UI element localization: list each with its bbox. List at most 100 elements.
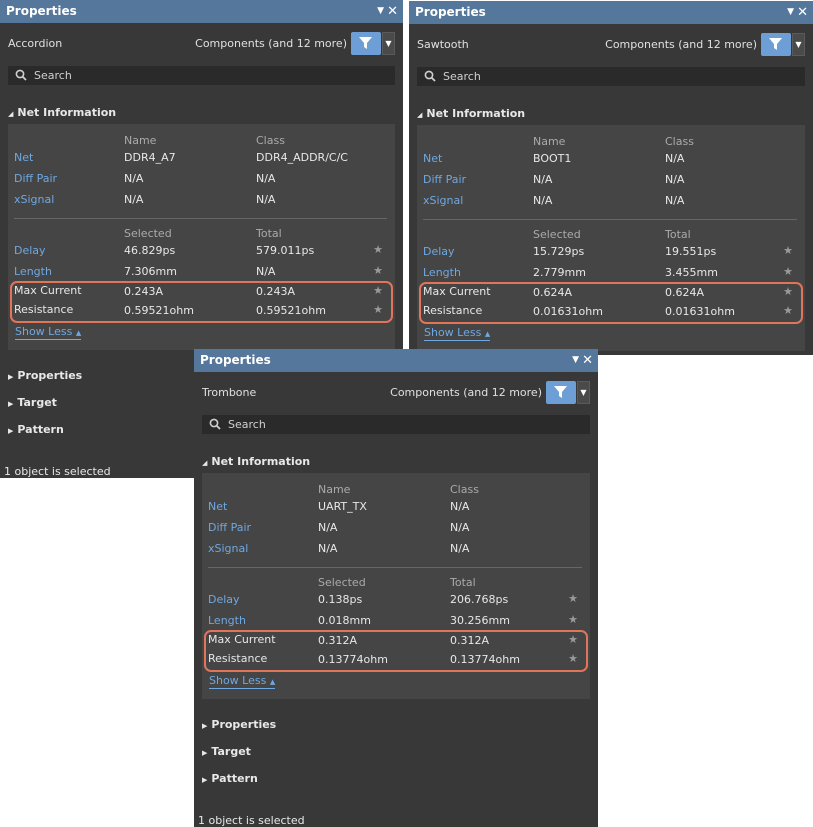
- col-name: Name: [124, 134, 157, 147]
- status-text: 1 object is selected: [4, 465, 111, 478]
- delay-total: 579.011ps: [256, 244, 315, 257]
- section-properties[interactable]: ▶ Properties: [8, 369, 82, 382]
- section-net-information[interactable]: ◢ Net Information: [417, 107, 525, 120]
- object-name: Sawtooth: [417, 38, 469, 51]
- search-input[interactable]: [8, 66, 395, 85]
- diff-pair-link[interactable]: Diff Pair: [14, 172, 57, 185]
- net-link[interactable]: Net: [14, 151, 33, 164]
- net-class: DDR4_ADDR/C/C: [256, 151, 348, 164]
- section-title: Net Information: [426, 107, 526, 120]
- close-icon[interactable]: ✕: [387, 0, 398, 23]
- section-pattern[interactable]: ▶ Pattern: [8, 423, 64, 436]
- delay-total: 19.551ps: [665, 245, 717, 258]
- length-selected: 7.306mm: [124, 265, 177, 278]
- chevron-down-icon[interactable]: ▼: [787, 1, 794, 24]
- filter-button[interactable]: [761, 33, 791, 56]
- properties-panel-trombone: Properties ▼ ✕ Trombone Components (and …: [194, 349, 598, 827]
- section-label: Target: [17, 396, 57, 409]
- col-selected: Selected: [318, 576, 366, 589]
- section-properties[interactable]: ▶ Properties: [202, 718, 276, 731]
- net-information-box: Name Class Net BOOT1 N/A Diff Pair N/A N…: [417, 125, 805, 351]
- section-pattern[interactable]: ▶ Pattern: [202, 772, 258, 785]
- section-label: Pattern: [211, 772, 258, 785]
- section-label: Pattern: [17, 423, 64, 436]
- show-less-link[interactable]: Show Less ▲: [209, 674, 276, 689]
- triangle-down-icon: ◢: [417, 111, 423, 119]
- search-icon: [424, 70, 436, 82]
- panel-title: Properties: [415, 5, 486, 19]
- col-class: Class: [256, 134, 285, 147]
- highlight-box: [10, 281, 393, 323]
- delay-link[interactable]: Delay: [208, 593, 240, 606]
- diff-pair-link[interactable]: Diff Pair: [208, 521, 251, 534]
- filter-dropdown[interactable]: ▼: [792, 33, 805, 56]
- col-selected: Selected: [533, 228, 581, 241]
- panel-titlebar: Properties ▼ ✕: [194, 349, 598, 372]
- delay-total: 206.768ps: [450, 593, 509, 606]
- section-title: Net Information: [17, 106, 117, 119]
- triangle-right-icon: ▶: [202, 722, 208, 730]
- object-name: Accordion: [8, 37, 63, 50]
- star-icon[interactable]: ★: [373, 243, 383, 256]
- filter-button[interactable]: [351, 32, 381, 55]
- star-icon[interactable]: ★: [568, 592, 578, 605]
- delay-selected: 0.138ps: [318, 593, 363, 606]
- length-link[interactable]: Length: [14, 265, 52, 278]
- delay-link[interactable]: Delay: [423, 245, 455, 258]
- star-icon[interactable]: ★: [568, 613, 578, 626]
- show-less-link[interactable]: Show Less ▲: [424, 327, 491, 341]
- chevron-down-icon[interactable]: ▼: [572, 349, 579, 372]
- section-title: Net Information: [211, 455, 311, 468]
- filter-icon: [554, 386, 567, 398]
- search-input[interactable]: [417, 67, 805, 86]
- net-link[interactable]: Net: [208, 500, 227, 513]
- diff-pair-link[interactable]: Diff Pair: [423, 173, 466, 186]
- close-icon[interactable]: ✕: [797, 1, 808, 24]
- properties-panel-sawtooth: Properties ▼ ✕ Sawtooth Components (and …: [409, 1, 813, 355]
- section-target[interactable]: ▶ Target: [202, 745, 251, 758]
- length-selected: 0.018mm: [318, 614, 371, 627]
- triangle-right-icon: ▶: [8, 400, 14, 408]
- net-information-box: Name Class Net UART_TX N/A Diff Pair N/A…: [202, 473, 590, 699]
- length-total: 3.455mm: [665, 266, 718, 279]
- xsignal-link[interactable]: xSignal: [423, 194, 463, 207]
- xsignal-link[interactable]: xSignal: [14, 193, 54, 206]
- net-class: N/A: [450, 500, 470, 513]
- net-name: UART_TX: [318, 500, 367, 513]
- length-link[interactable]: Length: [423, 266, 461, 279]
- net-link[interactable]: Net: [423, 152, 442, 165]
- show-less-link[interactable]: Show Less ▲: [15, 326, 82, 340]
- section-net-information[interactable]: ◢ Net Information: [8, 106, 116, 119]
- chevron-down-icon[interactable]: ▼: [377, 0, 384, 23]
- search-icon: [15, 69, 27, 81]
- search-input[interactable]: [202, 415, 590, 434]
- divider: [423, 219, 797, 220]
- close-icon[interactable]: ✕: [582, 349, 593, 372]
- object-name: Trombone: [202, 386, 257, 399]
- star-icon[interactable]: ★: [783, 244, 793, 257]
- search-icon: [209, 418, 221, 430]
- star-icon[interactable]: ★: [373, 264, 383, 277]
- section-net-information[interactable]: ◢ Net Information: [202, 455, 310, 468]
- show-less-label: Show Less: [209, 674, 267, 687]
- star-icon[interactable]: ★: [783, 265, 793, 278]
- filter-button[interactable]: [546, 381, 576, 404]
- xsignal-name: N/A: [533, 194, 553, 207]
- net-class: N/A: [665, 152, 685, 165]
- length-link[interactable]: Length: [208, 614, 246, 627]
- col-selected: Selected: [124, 227, 172, 240]
- delay-link[interactable]: Delay: [14, 244, 46, 257]
- col-name: Name: [318, 483, 351, 496]
- triangle-right-icon: ▶: [202, 749, 208, 757]
- diff-pair-name: N/A: [533, 173, 553, 186]
- net-information-box: Name Class Net DDR4_A7 DDR4_ADDR/C/C Dif…: [8, 124, 395, 350]
- xsignal-link[interactable]: xSignal: [208, 542, 248, 555]
- section-target[interactable]: ▶ Target: [8, 396, 57, 409]
- diff-pair-class: N/A: [256, 172, 276, 185]
- filter-dropdown[interactable]: ▼: [577, 381, 590, 404]
- highlight-box: [204, 630, 588, 672]
- col-total: Total: [665, 228, 691, 241]
- chevron-up-icon: ▲: [484, 330, 491, 338]
- filter-dropdown[interactable]: ▼: [382, 32, 395, 55]
- panel-title: Properties: [6, 4, 77, 18]
